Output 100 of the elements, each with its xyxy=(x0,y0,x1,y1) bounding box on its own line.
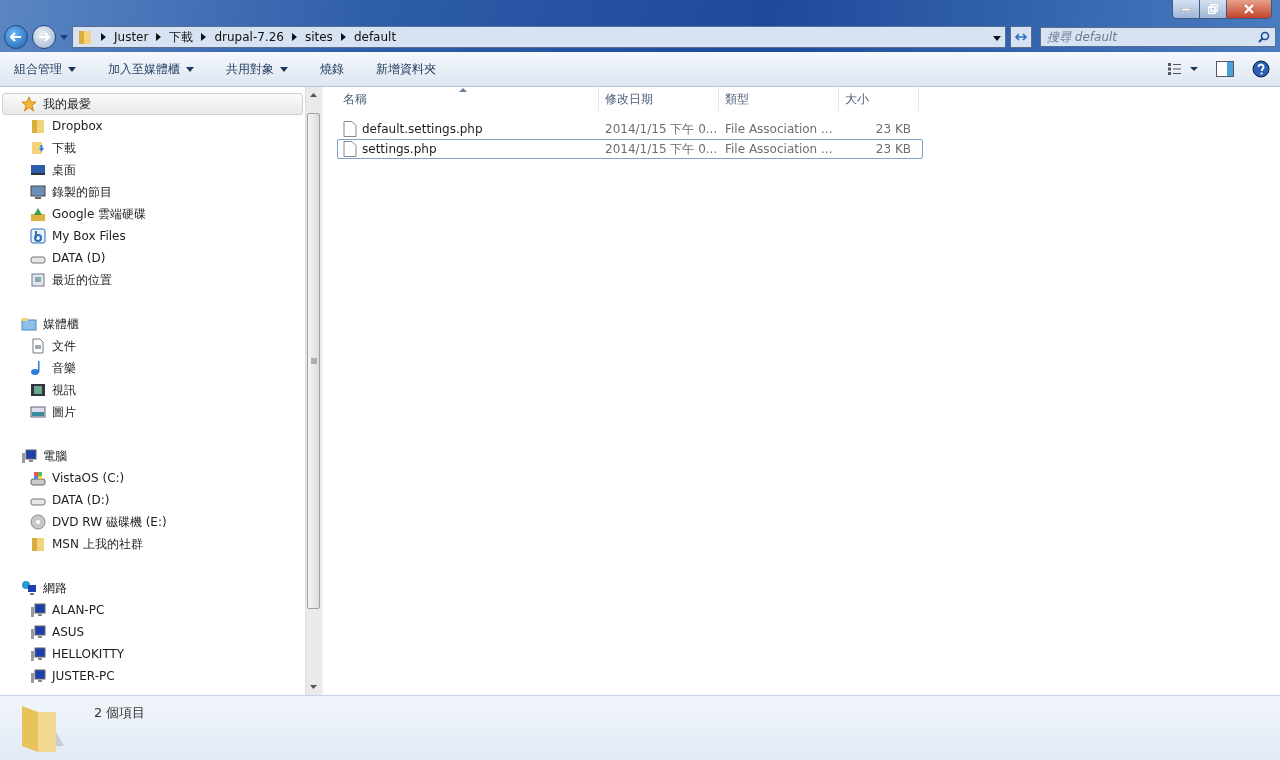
folder-icon xyxy=(30,536,46,552)
computer-icon xyxy=(30,624,46,640)
toolbar-button[interactable]: 組合管理 xyxy=(10,58,80,80)
file-type: File Association ... xyxy=(724,122,834,136)
toolbar-button[interactable]: 共用對象 xyxy=(222,58,292,80)
column-header[interactable]: 修改日期 xyxy=(599,87,719,111)
star-icon xyxy=(21,96,37,112)
column-header[interactable]: 類型 xyxy=(719,87,839,111)
search-field[interactable]: 搜尋 default xyxy=(1040,27,1276,47)
sidebar-item[interactable]: 文件 xyxy=(0,335,305,357)
image-icon xyxy=(30,404,46,420)
sidebar-header[interactable]: 電腦 xyxy=(2,445,303,467)
back-arrow-icon xyxy=(10,32,22,42)
chevron-icon xyxy=(156,33,162,41)
disc-icon xyxy=(30,514,46,530)
download-folder-icon xyxy=(30,140,46,156)
desktop-icon xyxy=(30,162,46,178)
grip-icon xyxy=(310,358,317,364)
network-icon xyxy=(21,580,37,596)
folder-icon xyxy=(77,29,93,45)
sidebar-item[interactable]: JUSTER-PC xyxy=(0,665,305,687)
library-icon xyxy=(21,316,37,332)
sidebar-item[interactable]: DATA (D) xyxy=(0,247,305,269)
minimize-icon xyxy=(1181,7,1191,11)
cloud-drive-icon xyxy=(30,206,46,222)
breadcrumb-item[interactable]: sites xyxy=(304,30,333,44)
refresh-icon xyxy=(1014,31,1028,43)
column-header[interactable]: 大小 xyxy=(839,87,919,111)
scrollbar[interactable] xyxy=(305,87,321,695)
computer-icon xyxy=(30,646,46,662)
refresh-button[interactable] xyxy=(1010,26,1032,48)
chevron-icon xyxy=(101,33,106,41)
file-size: 23 KB xyxy=(874,142,912,156)
computer-icon xyxy=(30,668,46,684)
search-icon xyxy=(1258,31,1270,43)
sidebar-item[interactable]: ASUS xyxy=(0,621,305,643)
sidebar-item[interactable]: 桌面 xyxy=(0,159,305,181)
system-drive-icon xyxy=(30,470,46,486)
close-button[interactable] xyxy=(1226,0,1271,18)
toolbar-button[interactable]: 加入至媒體櫃 xyxy=(104,58,198,80)
sidebar-header[interactable]: 網路 xyxy=(2,577,303,599)
sidebar-item[interactable]: My Box Files xyxy=(0,225,305,247)
sidebar-item[interactable]: DATA (D:) xyxy=(0,489,305,511)
forward-arrow-icon xyxy=(38,32,50,42)
caret-icon xyxy=(280,66,288,72)
computer-icon xyxy=(30,602,46,618)
sidebar-item[interactable]: 視訊 xyxy=(0,379,305,401)
chevron-icon xyxy=(340,33,346,41)
sidebar-item[interactable]: ALAN-PC xyxy=(0,599,305,621)
chevron-icon xyxy=(291,33,297,41)
file-name: settings.php xyxy=(362,142,437,156)
sidebar-item[interactable]: 最近的位置 xyxy=(0,269,305,291)
preview-pane-icon[interactable] xyxy=(1216,61,1234,77)
file-icon xyxy=(343,141,357,157)
restore-icon xyxy=(1208,4,1218,14)
sidebar-item[interactable]: Google 雲端硬碟 xyxy=(0,203,305,225)
computer-icon xyxy=(21,448,37,464)
film-icon xyxy=(30,382,46,398)
scroll-down-icon[interactable] xyxy=(310,685,317,689)
caret-icon xyxy=(60,34,68,40)
chevron-icon xyxy=(201,33,207,41)
sidebar-item[interactable]: VistaOS (C:) xyxy=(0,467,305,489)
box-icon xyxy=(30,228,46,244)
modified-date: 2014/1/15 下午 0... xyxy=(604,120,719,138)
address-bar[interactable]: Juster 下載 drupal-7.26 sites default xyxy=(72,26,1006,48)
file-row[interactable]: default.settings.php 2014/1/15 下午 0... File Association ... 23 KB xyxy=(337,119,923,139)
back-button[interactable] xyxy=(4,25,28,49)
recent-places-icon xyxy=(30,272,46,288)
restore-button[interactable] xyxy=(1199,0,1226,18)
sidebar-header[interactable]: 我的最愛 xyxy=(2,93,303,115)
column-header[interactable]: 名稱 xyxy=(337,87,599,111)
sidebar-item[interactable]: MSN 上我的社群 xyxy=(0,533,305,555)
view-options-icon[interactable] xyxy=(1168,63,1198,75)
sidebar-item[interactable]: 音樂 xyxy=(0,357,305,379)
file-size: 23 KB xyxy=(874,122,912,136)
sidebar-item[interactable]: 錄製的節目 xyxy=(0,181,305,203)
sort-arrow-icon xyxy=(459,88,467,92)
toolbar-button[interactable]: 新增資料夾 xyxy=(372,58,440,80)
sidebar-header[interactable]: 媒體櫃 xyxy=(2,313,303,335)
sidebar-item[interactable]: DVD RW 磁碟機 (E:) xyxy=(0,511,305,533)
folder-icon xyxy=(30,118,46,134)
file-name: default.settings.php xyxy=(362,122,483,136)
breadcrumb-item[interactable]: Juster xyxy=(114,30,149,44)
breadcrumb-item[interactable]: default xyxy=(353,30,397,44)
forward-button[interactable] xyxy=(32,25,56,49)
breadcrumb-item[interactable]: drupal-7.26 xyxy=(214,30,284,44)
item-count: 2 個項目 xyxy=(94,704,146,722)
scroll-up-icon[interactable] xyxy=(310,93,317,97)
breadcrumb-item[interactable]: 下載 xyxy=(169,28,194,46)
toolbar-button[interactable]: 燒錄 xyxy=(316,58,348,80)
caret-icon xyxy=(993,36,1001,41)
sidebar-item[interactable]: HELLOKITTY xyxy=(0,643,305,665)
sidebar-item[interactable]: Dropbox xyxy=(0,115,305,137)
sidebar-item[interactable]: 圖片 xyxy=(0,401,305,423)
file-row[interactable]: settings.php 2014/1/15 下午 0... File Association ... 23 KB xyxy=(337,139,923,159)
sidebar-item[interactable]: 下載 xyxy=(0,137,305,159)
help-icon[interactable] xyxy=(1252,60,1270,78)
document-icon xyxy=(30,338,46,354)
file-type: File Association ... xyxy=(724,142,834,156)
file-icon xyxy=(343,121,357,137)
